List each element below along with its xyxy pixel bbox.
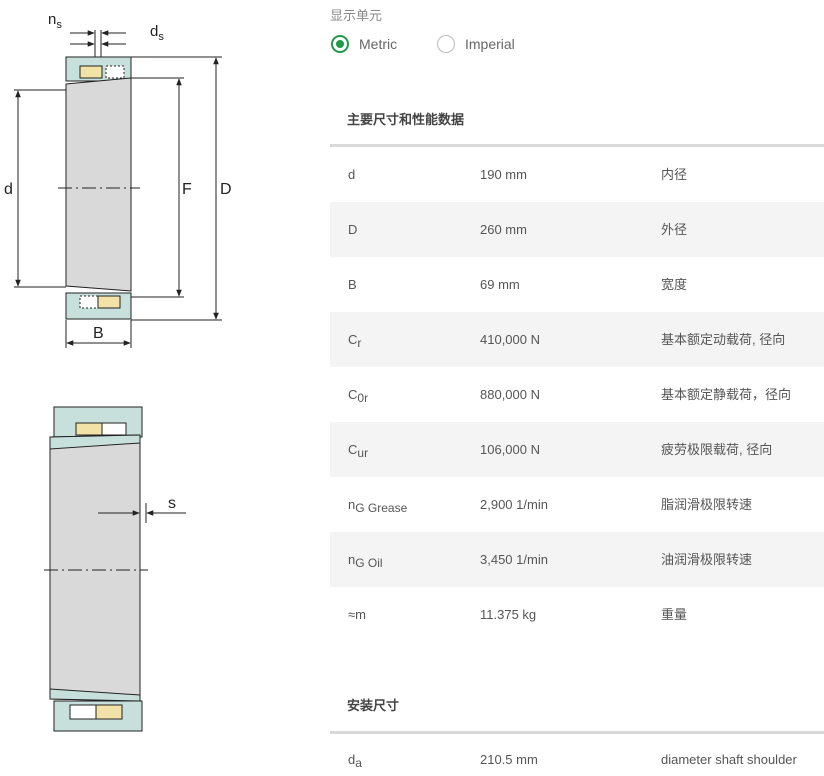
bearing-cross-section-drawing: ns ds d F D B xyxy=(4,11,232,348)
F-label: F xyxy=(182,181,192,198)
s-label: s xyxy=(168,495,176,512)
row-value: 3,450 1/min xyxy=(480,552,548,567)
row-description: 内径 xyxy=(661,167,688,182)
row-description: 重量 xyxy=(661,607,688,622)
row-symbol: da xyxy=(348,752,362,770)
D-label: D xyxy=(220,181,232,198)
mounting-dimensions-title: 安装尺寸 xyxy=(347,698,400,713)
metric-label: Metric xyxy=(359,36,398,52)
imperial-label: Imperial xyxy=(465,36,515,52)
table-row: Cr 410,000 N 基本额定动载荷, 径向 xyxy=(330,312,824,367)
row-value: 11.375 kg xyxy=(480,607,537,622)
row-description: 宽度 xyxy=(661,277,688,292)
table-row: D 260 mm 外径 xyxy=(330,202,824,257)
table-row: C0r 880,000 N 基本额定静载荷，径向 xyxy=(330,367,824,422)
row-description: 脂润滑极限转速 xyxy=(661,497,753,512)
row-symbol: C0r xyxy=(348,387,369,405)
B-label: B xyxy=(93,325,104,342)
table-row: nG Grease 2,900 1/min 脂润滑极限转速 xyxy=(330,477,824,532)
row-value: 2,900 1/min xyxy=(480,497,548,512)
imperial-radio[interactable]: Imperial xyxy=(437,35,515,53)
row-symbol: Cr xyxy=(348,332,362,350)
radio-checked-icon xyxy=(331,35,349,53)
mounting-dimensions-table: da 210.5 mm diameter shaft shoulder xyxy=(330,734,824,776)
row-symbol: nG Grease xyxy=(348,497,408,515)
row-value: 190 mm xyxy=(480,167,527,182)
row-description: diameter shaft shoulder xyxy=(661,752,797,767)
row-description: 油润滑极限转速 xyxy=(661,552,753,567)
row-value: 210.5 mm xyxy=(480,752,538,767)
table-row: nG Oil 3,450 1/min 油润滑极限转速 xyxy=(330,532,824,587)
ds-label: ds xyxy=(150,23,164,43)
row-value: 69 mm xyxy=(480,277,520,292)
row-symbol: d xyxy=(348,167,356,182)
d-label: d xyxy=(4,181,13,198)
row-symbol: ≈m xyxy=(348,607,366,622)
radio-unchecked-icon xyxy=(437,35,455,53)
table-row: da 210.5 mm diameter shaft shoulder xyxy=(330,734,824,776)
row-value: 106,000 N xyxy=(480,442,540,457)
ns-label: ns xyxy=(48,11,62,31)
display-unit-label: 显示单元 xyxy=(330,8,383,23)
table-row: B 69 mm 宽度 xyxy=(330,257,824,312)
row-description: 外径 xyxy=(661,222,688,237)
table-row: Cur 106,000 N 疲劳极限载荷, 径向 xyxy=(330,422,824,477)
row-description: 基本额定静载荷，径向 xyxy=(661,387,792,402)
row-symbol: nG Oil xyxy=(348,552,383,570)
row-value: 880,000 N xyxy=(480,387,540,402)
row-symbol: B xyxy=(348,277,357,292)
bearing-side-drawing: s xyxy=(44,406,186,732)
row-description: 基本额定动载荷, 径向 xyxy=(661,332,786,347)
row-symbol: D xyxy=(348,222,358,237)
row-value: 410,000 N xyxy=(480,332,540,347)
main-dimensions-title: 主要尺寸和性能数据 xyxy=(347,112,465,127)
table-row: d 190 mm 内径 xyxy=(330,147,824,202)
row-symbol: Cur xyxy=(348,442,369,460)
row-description: 疲劳极限载荷, 径向 xyxy=(661,442,773,457)
metric-radio[interactable]: Metric xyxy=(331,35,397,53)
table-row: ≈m 11.375 kg 重量 xyxy=(330,587,824,642)
row-value: 260 mm xyxy=(480,222,527,237)
main-dimensions-table: d 190 mm 内径 D 260 mm 外径 B 69 mm 宽度 Cr 41… xyxy=(330,147,824,642)
